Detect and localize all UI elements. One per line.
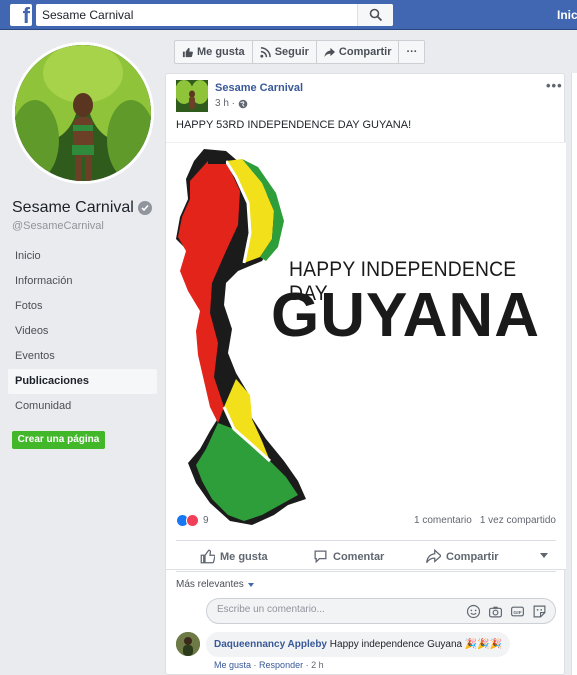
post-author-name[interactable]: Sesame Carnival — [215, 82, 303, 94]
post-image[interactable]: HAPPY INDEPENDENCE DAY GUYANA — [166, 142, 566, 570]
comment-sort-dropdown[interactable]: Más relevantes — [176, 579, 254, 590]
like-page-button[interactable]: Me gusta — [175, 41, 253, 63]
thumbs-up-icon — [182, 47, 193, 57]
comment-bubble: Daqueennancy Appleby Happy independence … — [206, 632, 511, 657]
more-options-button[interactable]: ··· — [399, 41, 424, 63]
search-button[interactable] — [357, 4, 393, 26]
share-page-label: Compartir — [338, 46, 392, 58]
chevron-down-icon — [247, 582, 254, 587]
page-action-bar: Me gusta Seguir Compartir ··· — [174, 40, 426, 64]
post-timestamp[interactable]: 3 h · — [215, 98, 235, 109]
carnival-costume-image — [15, 45, 151, 181]
share-dropdown-chevron-icon[interactable] — [540, 553, 548, 558]
nav-item-informacion[interactable]: Información — [8, 269, 157, 294]
sticker-icon[interactable] — [532, 604, 547, 619]
current-user-avatar — [176, 598, 200, 622]
post-meta: 3 h · — [215, 98, 248, 109]
page-navigation: Inicio Información Fotos Videos Eventos … — [8, 244, 157, 419]
thumbs-up-icon — [200, 549, 215, 564]
emoji-icon[interactable] — [466, 604, 481, 619]
commenter-photo — [176, 632, 200, 656]
svg-text:GIF: GIF — [513, 610, 521, 616]
post-comment-button[interactable]: Comentar — [313, 549, 384, 564]
post-share-label: Compartir — [446, 550, 499, 563]
share-arrow-icon — [426, 549, 441, 564]
comment-count-link[interactable]: 1 comentario — [414, 515, 472, 526]
nav-item-inicio[interactable]: Inicio — [8, 244, 157, 269]
commenter-avatar[interactable] — [176, 632, 200, 656]
globe-icon — [238, 99, 248, 108]
post-author-avatar[interactable] — [176, 80, 208, 112]
post-options-button[interactable]: ••• — [546, 78, 563, 93]
left-sidebar: Sesame Carnival @SesameCarnival Inicio I… — [0, 30, 165, 675]
create-page-button[interactable]: Crear una página — [12, 431, 105, 449]
page-handle[interactable]: @SesameCarnival — [12, 220, 104, 232]
post-text: HAPPY 53RD INDEPENDENCE DAY GUYANA! — [176, 119, 412, 131]
love-reaction-icon — [186, 514, 199, 527]
gif-icon[interactable]: GIF — [510, 604, 525, 619]
guyana-map-flag-image — [176, 149, 306, 525]
nav-item-videos[interactable]: Videos — [8, 319, 157, 344]
comment-text: Happy independence Guyana — [329, 639, 463, 650]
reaction-summary[interactable]: 9 — [176, 514, 209, 527]
more-options-icon: ··· — [406, 46, 418, 58]
comment-bubble-icon — [314, 550, 327, 564]
rss-follow-icon — [260, 46, 271, 58]
nav-item-publicaciones[interactable]: Publicaciones — [8, 369, 157, 394]
verified-badge-icon — [138, 201, 152, 215]
follow-label: Seguir — [274, 46, 309, 58]
post-share-button[interactable]: Compartir — [426, 549, 499, 564]
author-avatar-image — [176, 80, 208, 112]
facebook-logo-icon[interactable]: f — [10, 3, 32, 28]
share-arrow-icon — [324, 47, 335, 57]
right-column-edge — [571, 73, 577, 675]
post-like-label: Me gusta — [220, 550, 268, 563]
post-comment-label: Comentar — [333, 550, 385, 563]
party-popper-icon: 🎉🎉🎉 — [464, 639, 503, 650]
commenter-name[interactable]: Daqueennancy Appleby — [214, 639, 327, 650]
comment-tools: GIF — [466, 604, 547, 619]
share-page-button[interactable]: Compartir — [317, 41, 400, 63]
like-page-label: Me gusta — [197, 46, 245, 58]
reaction-count: 9 — [203, 515, 209, 526]
camera-icon[interactable] — [488, 604, 503, 619]
post-stats: 1 comentario 1 vez compartido — [414, 515, 556, 526]
search-icon — [369, 8, 383, 22]
comment-sort-label: Más relevantes — [176, 579, 244, 590]
top-navigation-bar: f Sesame Carnival Inic — [0, 0, 577, 30]
post-card: Sesame Carnival 3 h · ••• HAPPY 53RD IND… — [165, 73, 566, 675]
page-title[interactable]: Sesame Carnival — [12, 199, 134, 217]
comment-timestamp[interactable]: 2 h — [311, 660, 324, 670]
home-link[interactable]: Inic — [557, 8, 577, 22]
comment-reply-link[interactable]: Responder — [259, 660, 303, 670]
share-count-link[interactable]: 1 vez compartido — [480, 515, 556, 526]
comment-input[interactable] — [217, 604, 457, 615]
search-input[interactable]: Sesame Carnival — [42, 8, 133, 22]
search-box[interactable]: Sesame Carnival — [36, 4, 393, 26]
image-caption-line2: GUYANA — [271, 281, 540, 350]
nav-item-comunidad[interactable]: Comunidad — [8, 394, 157, 419]
comment-box[interactable]: GIF — [206, 598, 556, 624]
follow-button[interactable]: Seguir — [253, 41, 317, 63]
page-profile-picture[interactable] — [12, 42, 154, 184]
nav-item-fotos[interactable]: Fotos — [8, 294, 157, 319]
nav-item-eventos[interactable]: Eventos — [8, 344, 157, 369]
comment-like-link[interactable]: Me gusta — [214, 660, 251, 670]
post-action-row: Me gusta Comentar Compartir — [176, 540, 556, 572]
comment-actions: Me gusta · Responder · 2 h — [214, 660, 324, 670]
post-like-button[interactable]: Me gusta — [200, 549, 268, 564]
